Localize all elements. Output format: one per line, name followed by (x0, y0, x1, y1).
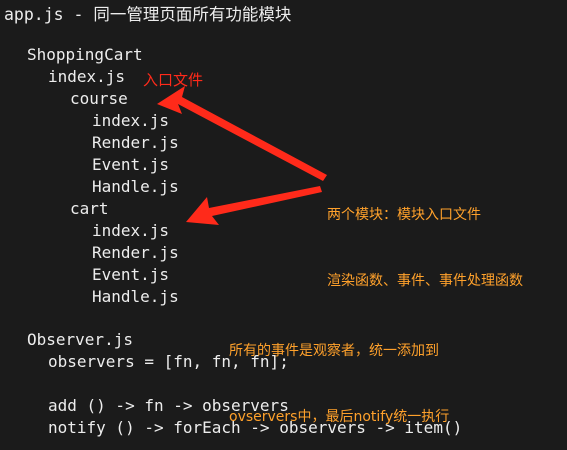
arrow-to-course (157, 86, 327, 181)
annotation-arrows (157, 86, 327, 225)
arrow-to-cart (186, 186, 322, 225)
